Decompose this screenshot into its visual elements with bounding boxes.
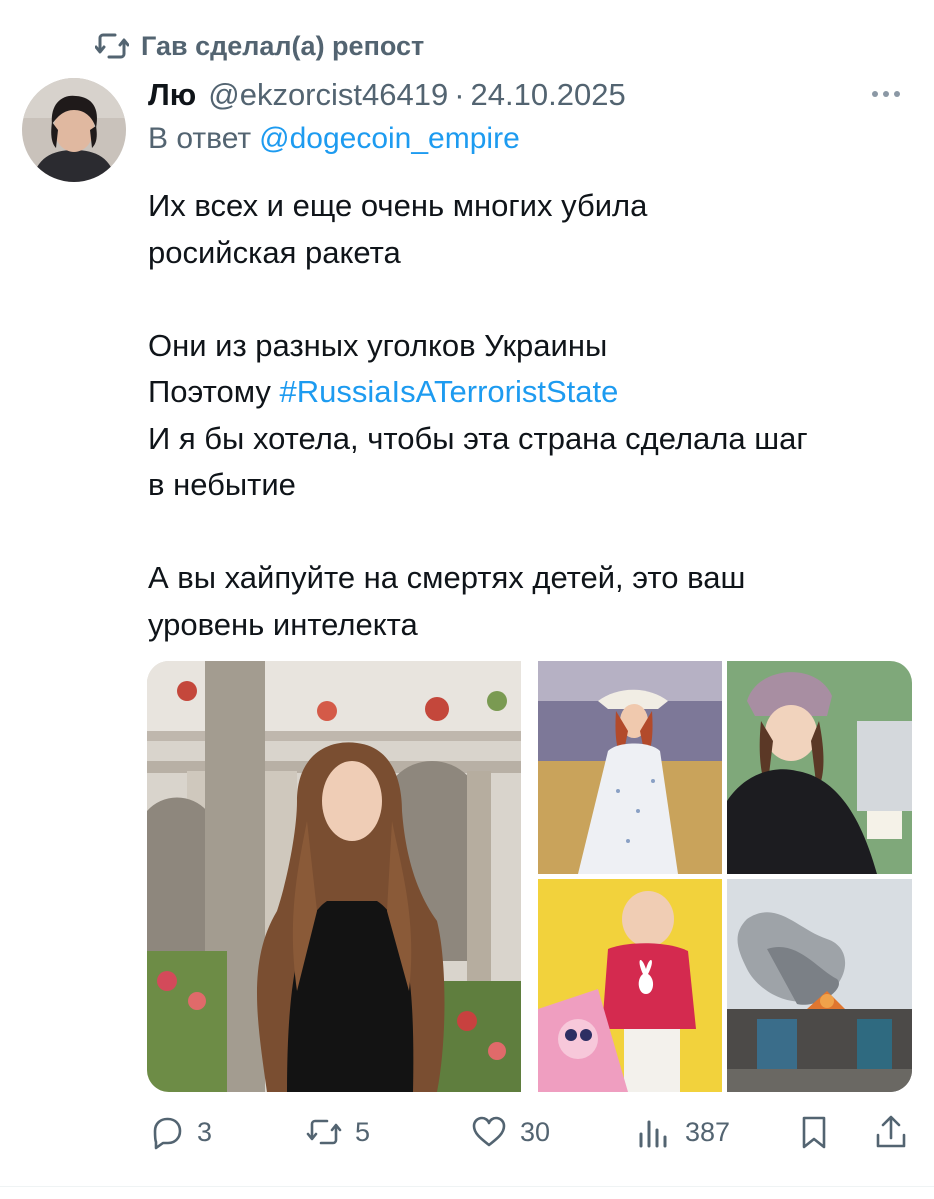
woman-in-lavender-field-photo[interactable] [538,661,722,874]
views-count: 387 [685,1116,731,1147]
views-button[interactable]: 387 [635,1108,730,1156]
tweet-line: И я бы хотела, чтобы эта страна сделала … [148,420,808,456]
views-icon [639,1120,667,1148]
media-grid [147,661,912,1092]
bookmark-icon [802,1116,826,1149]
repost-text: Гав сделал(а) репост [141,30,425,61]
author-handle[interactable]: @ekzorcist46419 [208,77,448,113]
repost-icon [95,33,129,59]
avatar[interactable] [22,78,126,182]
reply-count: 3 [197,1116,213,1147]
tweet-line: в небытие [148,467,296,502]
author-name[interactable]: Лю [148,77,196,113]
heart-icon [472,1116,506,1147]
repost-indicator: Гав сделал(а) репост [95,26,424,66]
share-icon [876,1115,906,1148]
action-bar: 3 5 30 387 [147,1108,912,1156]
hashtag-prefix: Поэтому [148,374,280,409]
reply-prefix: В ответ [148,122,252,155]
tweet-date[interactable]: 24.10.2025 [471,77,626,113]
tweet-line: Они из разных уголков Украины [148,327,608,363]
like-button[interactable]: 30 [470,1108,550,1156]
repost-button[interactable]: 5 [305,1108,370,1156]
divider [0,1186,934,1187]
reply-icon [153,1117,182,1150]
tweet-line: А вы хайпуйте на смертях детей, это ваш [148,560,746,595]
burning-house-photo[interactable] [727,879,912,1092]
reply-button[interactable]: 3 [147,1108,212,1156]
like-count: 30 [520,1116,551,1147]
reply-context: В ответ @dogecoin_empire [148,122,520,156]
share-button[interactable] [872,1108,910,1156]
more-options-icon[interactable] [872,84,908,104]
hashtag-link[interactable]: #RussiaIsATerroristState [280,374,619,409]
tweet-text: Их всех и еще очень многих убила росийск… [148,183,928,648]
reply-mention-link[interactable]: @dogecoin_empire [259,122,520,155]
tweet-line: Поэтому #RussiaIsATerroristState [148,369,928,416]
repost-count: 5 [355,1116,371,1147]
girl-in-knit-hat-photo[interactable] [727,661,912,874]
repost-icon [306,1119,342,1145]
tweet-line: уровень интелекта [148,606,418,642]
avatar-photo [22,78,126,182]
baby-on-yellow-blanket-photo[interactable] [538,879,722,1092]
separator-dot: · [454,77,465,112]
tweet-line: росийская ракета [148,234,401,270]
tweet-header: Лю @ekzorcist46419 · 24.10.2025 [148,74,626,116]
bookmark-button[interactable] [795,1108,833,1156]
tweet-line: Их всех и еще очень многих убила [148,188,648,223]
girl-in-courtyard-photo[interactable] [147,661,521,1092]
